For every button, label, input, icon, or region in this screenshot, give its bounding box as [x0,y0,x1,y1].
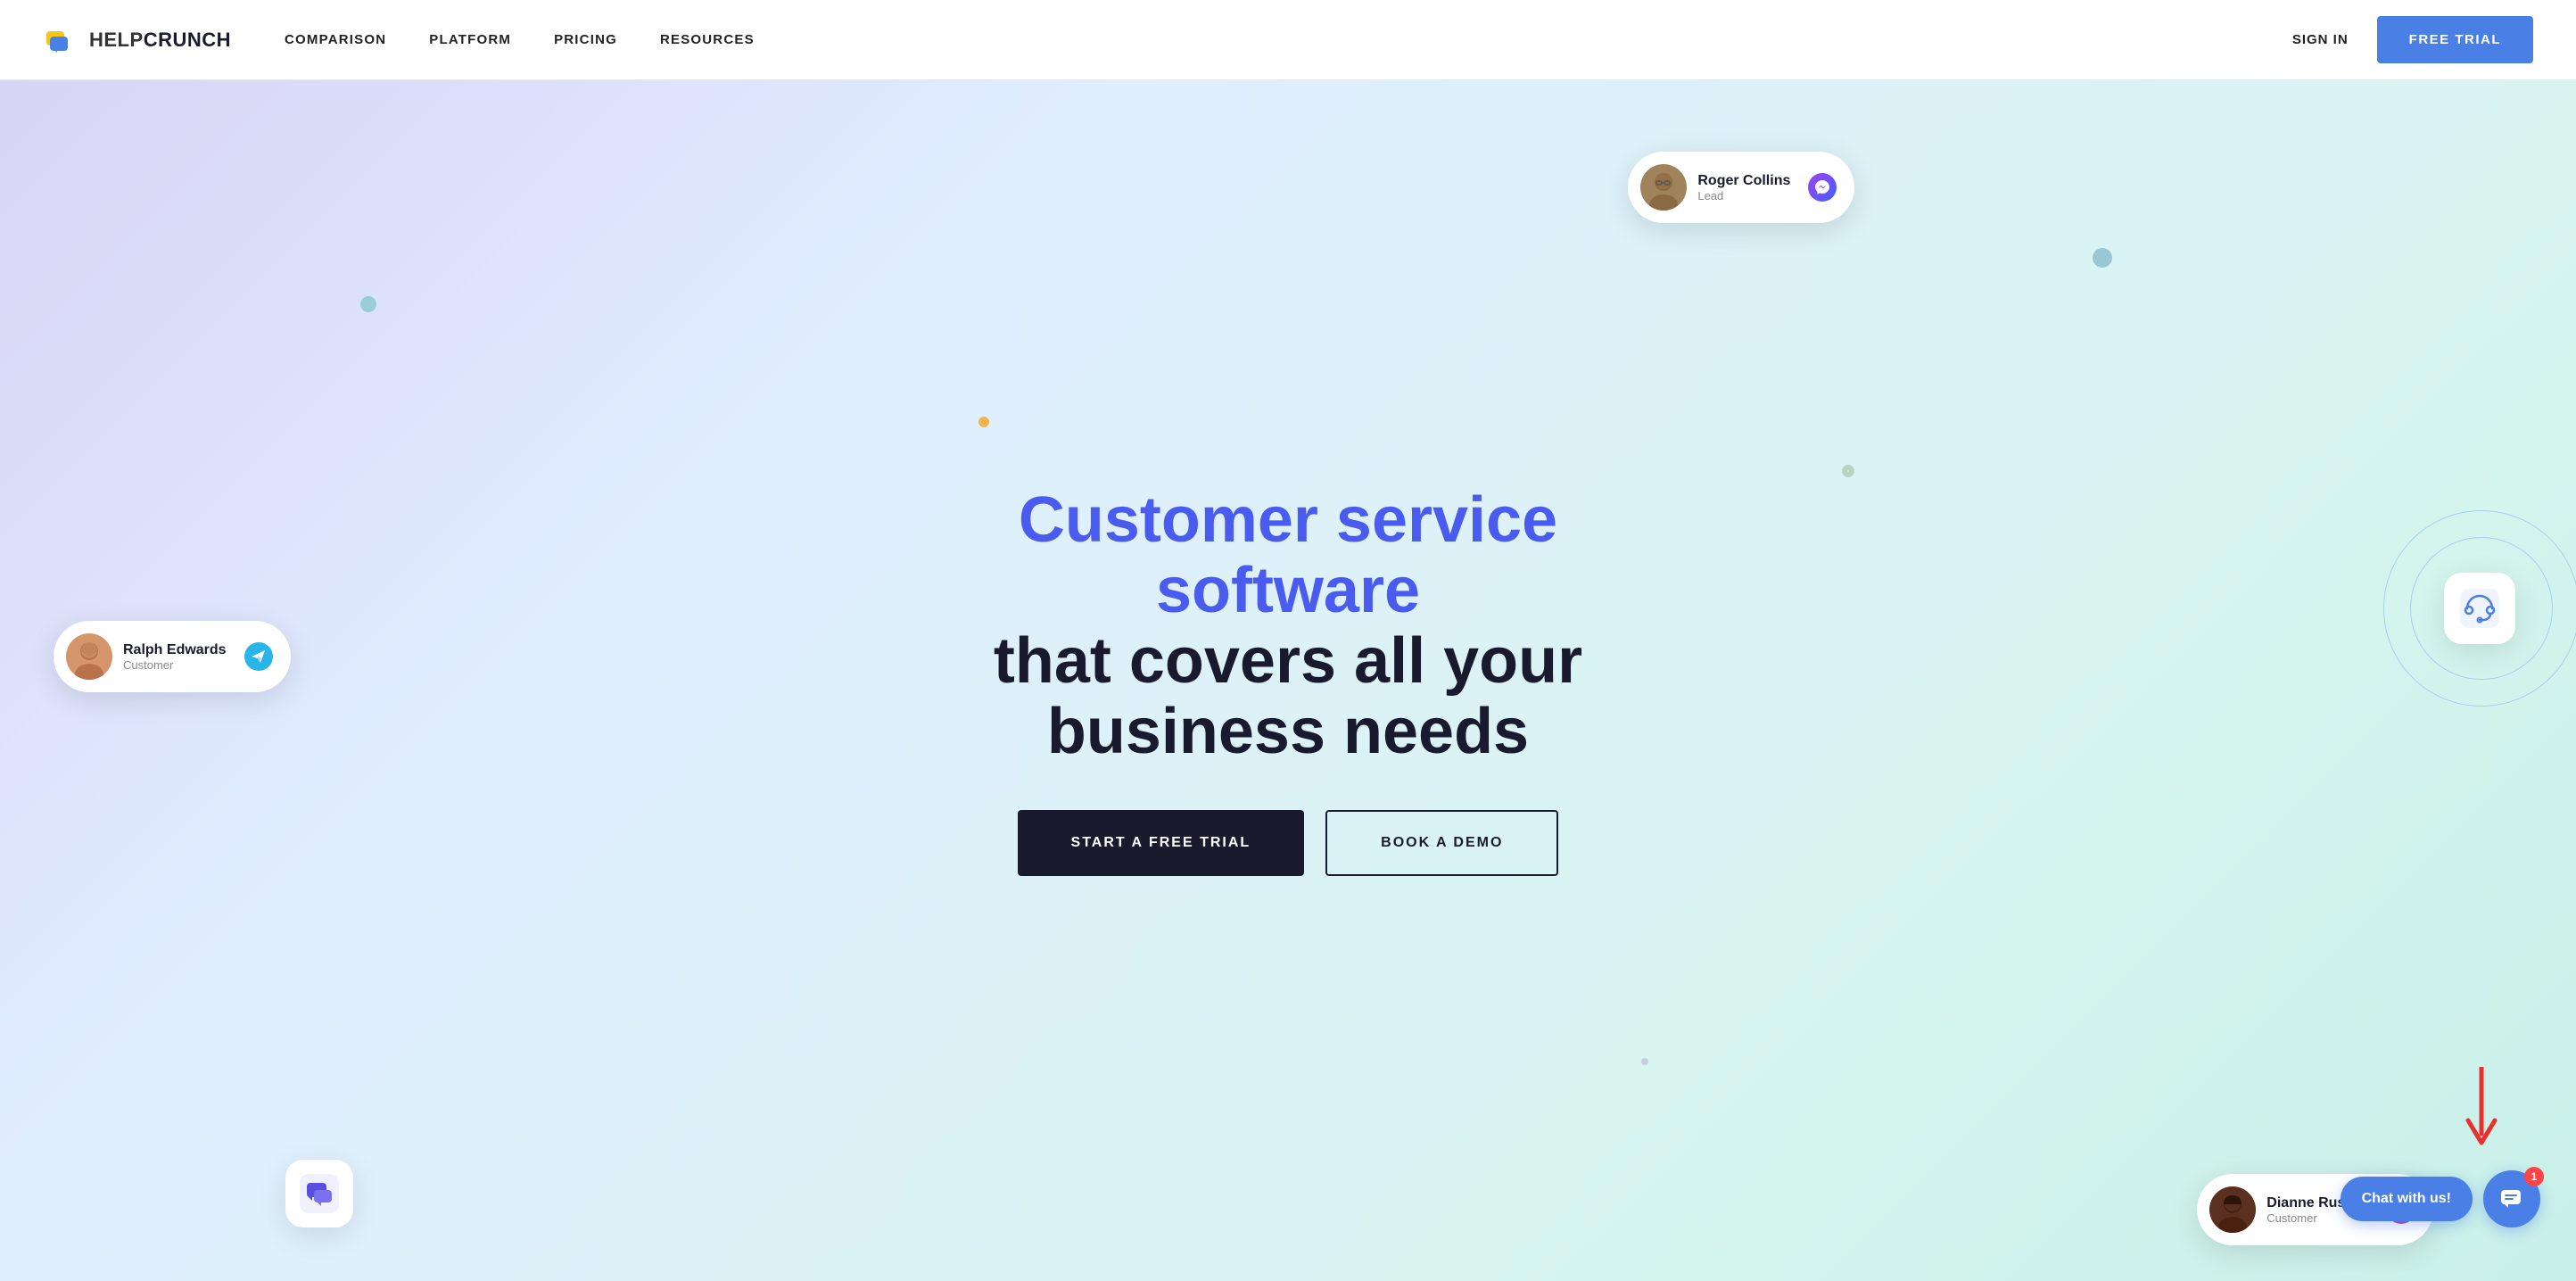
dianne-avatar [2209,1186,2256,1233]
nav-pricing[interactable]: PRICING [554,32,617,47]
book-demo-button[interactable]: BOOK A DEMO [1325,810,1558,876]
nav-platform[interactable]: PLATFORM [429,32,511,47]
support-icon-card [2444,573,2515,644]
roger-info: Roger Collins Lead [1697,173,1790,202]
dot-orange [978,417,989,427]
hero-title-line3: business needs [1047,696,1529,767]
messenger-icon [1808,173,1837,202]
logo[interactable]: HELPCRUNCH [43,21,231,60]
red-arrow [2464,1067,2499,1156]
hero-content: Customer service software that covers al… [887,485,1689,877]
chat-bubble-button[interactable]: 1 [2483,1170,2540,1227]
start-free-trial-button[interactable]: START A FREE TRIAL [1018,810,1305,876]
roger-name: Roger Collins [1697,173,1790,189]
nav-free-trial-button[interactable]: FREE TRIAL [2377,16,2533,63]
ralph-name: Ralph Edwards [123,642,227,658]
hero-title: Customer service software that covers al… [887,485,1689,768]
hero-title-line2: that covers all your [994,625,1582,697]
sign-in-link[interactable]: SIGN IN [2292,32,2349,47]
chat-widget[interactable]: Chat with us! 1 [2341,1170,2540,1227]
dot-green [1842,465,1854,477]
chat-badge: 1 [2524,1167,2544,1186]
dot-teal-2 [2093,248,2112,268]
ralph-avatar [66,633,112,680]
logo-icon [43,21,82,60]
roger-role: Lead [1697,189,1790,202]
nav-comparison[interactable]: COMPARISON [285,32,386,47]
ralph-info: Ralph Edwards Customer [123,642,227,672]
messaging-icon-card [285,1160,353,1227]
dot-teal-1 [360,296,376,312]
nav-resources[interactable]: RESOURCES [660,32,755,47]
roger-avatar [1640,164,1687,211]
chat-with-us-button[interactable]: Chat with us! [2341,1177,2473,1221]
roger-collins-card: Roger Collins Lead [1628,152,1854,223]
navbar: HELPCRUNCH COMPARISON PLATFORM PRICING R… [0,0,2576,80]
support-icon [2460,589,2499,628]
dot-gray-2 [1641,1058,1648,1065]
nav-right: SIGN IN FREE TRIAL [2292,16,2533,63]
telegram-icon [244,642,273,671]
chat-bubble-icon [2498,1185,2526,1213]
hero-title-line1: Customer service software [1019,484,1557,626]
nav-links: COMPARISON PLATFORM PRICING RESOURCES [285,32,755,48]
hero-buttons: START A FREE TRIAL BOOK A DEMO [887,810,1689,876]
messaging-icon [300,1174,339,1213]
ralph-edwards-card: Ralph Edwards Customer [54,621,291,692]
logo-text: HELPCRUNCH [89,29,231,52]
hero-section: Ralph Edwards Customer Roger C [0,80,2576,1281]
ralph-role: Customer [123,658,227,672]
